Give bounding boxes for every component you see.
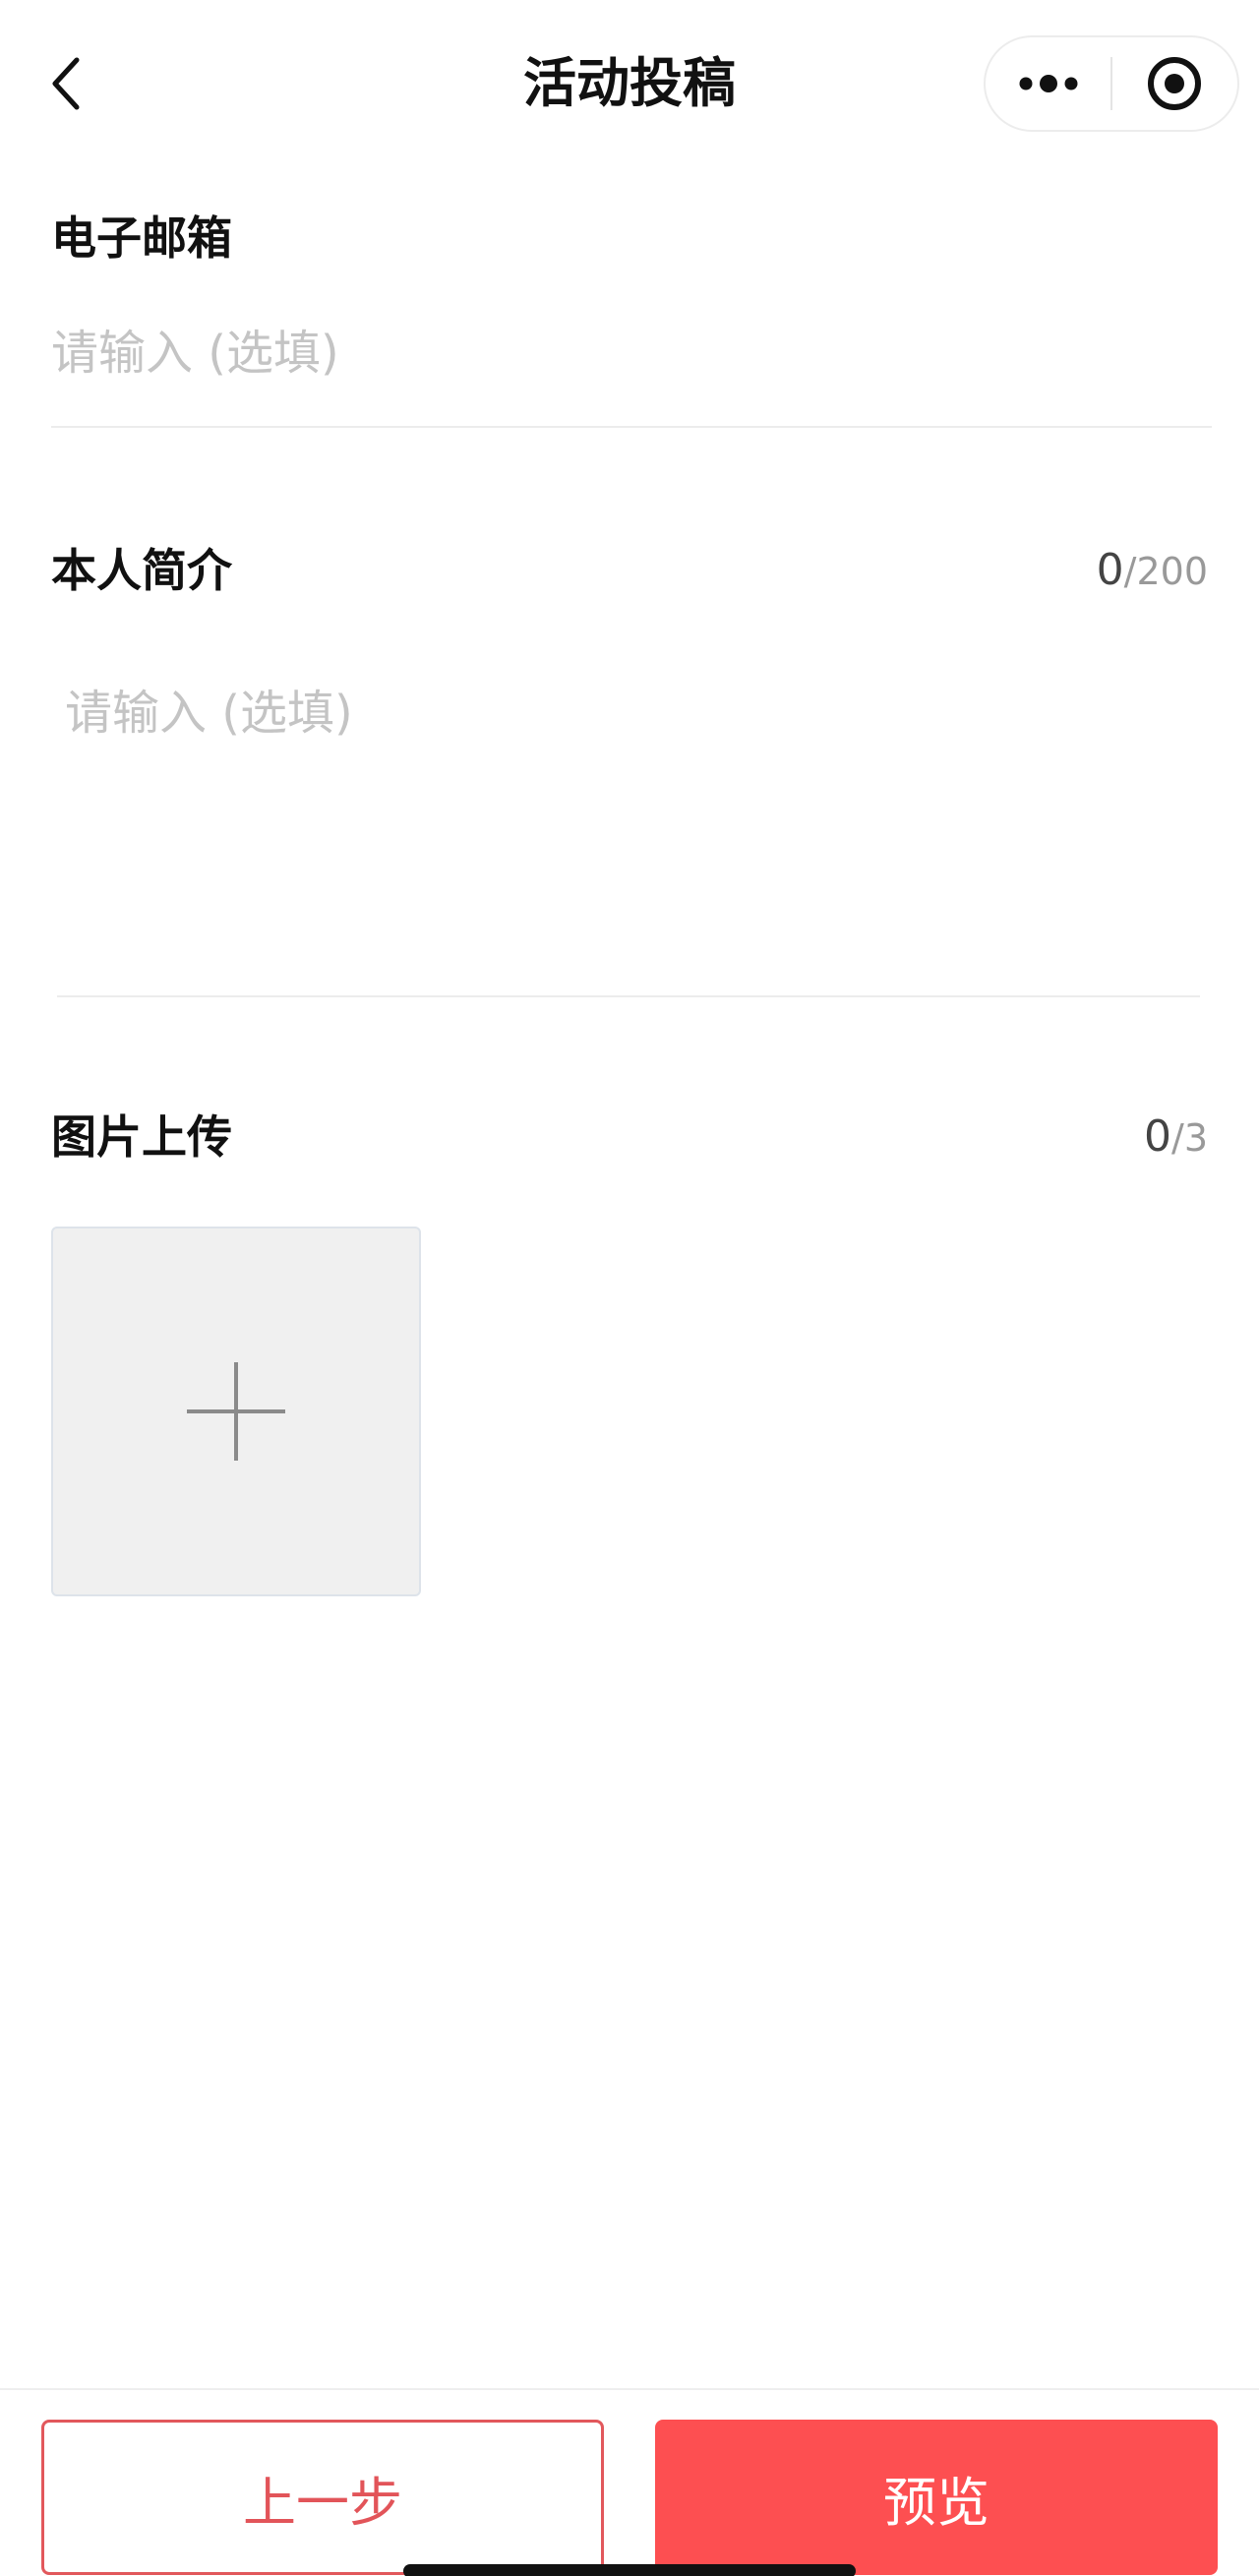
image-count-max: /3 [1171, 1116, 1208, 1160]
more-dots-icon [1019, 75, 1077, 92]
close-miniprogram-button[interactable] [1112, 37, 1237, 130]
bottom-action-bar: 上一步 预览 [0, 2388, 1259, 2576]
preview-button[interactable]: 预览 [655, 2420, 1218, 2575]
target-circle-icon [1148, 57, 1202, 110]
intro-count-current: 0 [1096, 545, 1124, 595]
intro-char-counter: 0/200 [1097, 541, 1208, 609]
image-upload-label: 图片上传 [51, 1110, 232, 1164]
intro-label: 本人简介 [51, 544, 232, 597]
home-indicator [403, 2564, 856, 2576]
add-image-button[interactable] [51, 1227, 421, 1596]
page: 活动投稿 电子邮箱 本人简介 0/200 图片上传 0 [0, 0, 1259, 2576]
plus-icon [187, 1362, 285, 1461]
intro-textarea[interactable] [65, 681, 1196, 917]
image-counter: 0/3 [1144, 1108, 1208, 1175]
intro-count-max: /200 [1123, 550, 1208, 593]
image-count-current: 0 [1144, 1111, 1172, 1162]
email-label: 电子邮箱 [51, 211, 232, 265]
nav-bar: 活动投稿 [0, 0, 1259, 167]
more-button[interactable] [986, 37, 1110, 130]
email-divider [51, 426, 1212, 428]
menu-capsule [984, 35, 1239, 132]
intro-divider [57, 995, 1200, 997]
email-input[interactable] [51, 309, 1212, 397]
prev-step-button[interactable]: 上一步 [41, 2420, 604, 2575]
